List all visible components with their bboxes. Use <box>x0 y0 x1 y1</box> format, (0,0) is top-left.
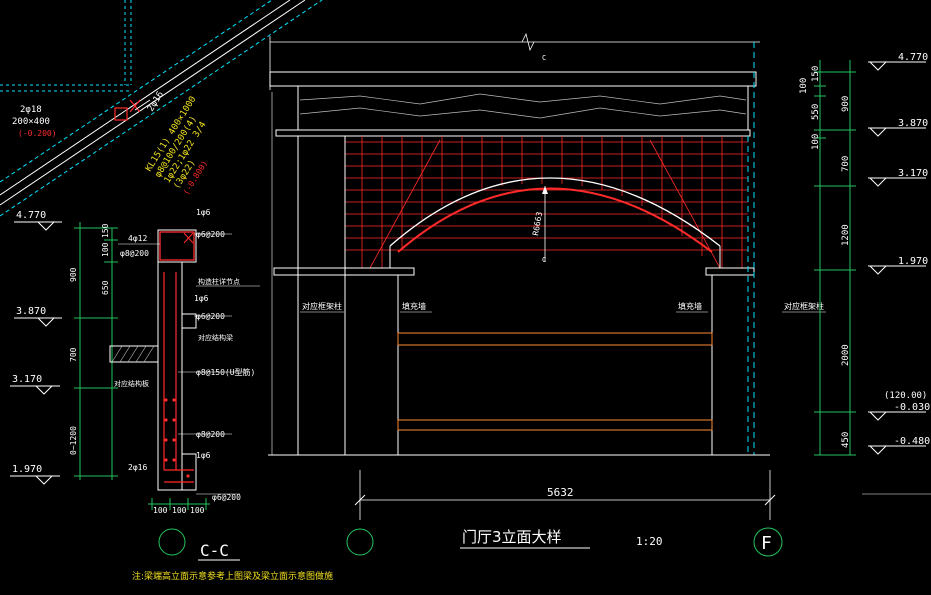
elevation-level-3870: 3.870 <box>868 118 928 137</box>
label-right-column: 对应框架柱 <box>784 301 824 311</box>
cc-footnote: 注:梁端高立面示意参考上图梁及梁立面示意图做施 <box>132 570 333 582</box>
cc-dim: 900 <box>69 267 78 282</box>
level-label: 1.970 <box>898 256 928 267</box>
right-dim: 100 <box>799 78 809 94</box>
cc-dimension-chain: 150 100 650 900 700 0~1200 <box>69 222 118 480</box>
cc-title: C-C <box>200 541 229 560</box>
elevation-level-1970: 1.970 <box>868 256 928 275</box>
elevation-right-dims: 150 100 550 900 100 700 1200 2000 450 <box>799 60 856 456</box>
cc-note: 对应结构梁 <box>198 333 233 342</box>
cc-callout: 1φ6 <box>196 208 211 217</box>
kl-note-stirrup: 2φ16 <box>146 90 166 114</box>
label-left-infill: 填充墙 <box>402 301 426 311</box>
arch-radius-label: R6663 <box>531 211 544 236</box>
elevation-scale: 1:20 <box>636 535 663 548</box>
elevation-level-0: (120.00) -0.030 <box>868 391 930 421</box>
cc-note: 对应结构板 <box>114 379 149 388</box>
cc-dim: 650 <box>101 280 110 295</box>
axis-c-top: C <box>542 54 546 62</box>
axis-label-f: F <box>761 533 772 554</box>
axis-c-mid: C <box>542 256 546 264</box>
beam-note-size: 200×400 <box>12 117 50 127</box>
cc-callout: 1φ6 <box>196 451 211 460</box>
cc-level-label: 4.770 <box>16 210 46 221</box>
cc-dim: 150 <box>101 223 110 238</box>
cc-bottom-dim: 100 <box>172 506 187 515</box>
level-label: 4.770 <box>898 52 928 63</box>
elevation-level-4770: 4.770 <box>868 52 928 71</box>
right-dim: 900 <box>841 96 851 112</box>
cc-callout: φ8@150(U型筋) <box>196 367 255 377</box>
cc-level-3170: 3.170 <box>10 374 60 395</box>
beam-note-elev: (-0.200) <box>18 129 57 138</box>
cad-drawing: 2φ18 200×400 (-0.200) KL15(1) 400×1000 φ… <box>0 0 931 582</box>
cc-callout: φ8@200 <box>196 430 225 439</box>
cc-callout: φ6@200 <box>196 230 225 239</box>
section-cc: 4.770 3.870 3.170 1.970 150 100 650 900 … <box>10 208 333 582</box>
cc-dim: 700 <box>69 347 78 362</box>
cc-level-4770: 4.770 <box>14 210 62 231</box>
cc-bottom-dim: 100 <box>153 506 168 515</box>
elevation-hatch-grid <box>345 136 748 269</box>
cc-callout: φ6@200 <box>212 493 241 502</box>
cc-callout: 4φ12 <box>128 234 147 243</box>
elevation-level-3170: 3.170 <box>868 168 928 187</box>
cc-note: 构造柱详节点 <box>198 277 240 286</box>
cc-callouts: 4φ12 φ8@200 1φ6 φ6@200 1φ6 φ6@200 φ8@150… <box>114 208 260 502</box>
right-dim: 2000 <box>841 344 851 366</box>
right-dim: 1200 <box>841 224 851 246</box>
cc-bottom-dim: 100 <box>190 506 205 515</box>
beam-plan-fragment: 2φ18 200×400 (-0.200) KL15(1) 400×1000 φ… <box>0 0 323 217</box>
cc-section-body <box>109 229 197 491</box>
level-label: 3.870 <box>898 118 928 129</box>
cc-dim: 100 <box>101 242 110 257</box>
cc-level-3870: 3.870 <box>14 306 62 327</box>
cc-callout: φ8@200 <box>120 249 149 258</box>
cc-level-label: 3.170 <box>12 374 42 385</box>
axis-bubble-left <box>346 528 374 556</box>
cc-level-1970: 1.970 <box>10 464 60 485</box>
right-dim: 150 <box>811 66 821 82</box>
cc-axis-bubble <box>158 528 186 556</box>
cc-level-label: 3.870 <box>16 306 46 317</box>
right-dim: 550 <box>811 104 821 120</box>
cc-callout: 1φ6 <box>194 294 209 303</box>
right-dim: 450 <box>841 432 851 448</box>
level-label: -0.480 <box>894 436 930 447</box>
level-label: (120.00) <box>884 391 927 401</box>
level-label: -0.030 <box>894 402 930 413</box>
cc-bottom-dims: 100 100 100 <box>148 498 210 515</box>
cc-callout: φ6@200 <box>196 312 225 321</box>
cc-dim: 0~1200 <box>69 426 78 455</box>
level-label: 3.170 <box>898 168 928 179</box>
arch-inner <box>397 187 713 253</box>
label-right-infill: 填充墙 <box>678 301 702 311</box>
elevation-title: 门厅3立面大样 <box>462 528 562 546</box>
label-left-column: 对应框架柱 <box>302 301 342 311</box>
elevation: R6663 C C 对应框架柱 填充墙 填充墙 对应框架柱 5632 F 门厅3… <box>268 32 931 557</box>
cc-level-label: 1.970 <box>12 464 42 475</box>
right-dim: 100 <box>811 134 821 150</box>
elevation-level-neg: -0.480 <box>868 436 930 455</box>
total-width-dim: 5632 <box>547 486 574 499</box>
right-dim: 700 <box>841 156 851 172</box>
beam-note-bars: 2φ18 <box>20 105 42 115</box>
cc-callout: 2φ16 <box>128 463 147 472</box>
